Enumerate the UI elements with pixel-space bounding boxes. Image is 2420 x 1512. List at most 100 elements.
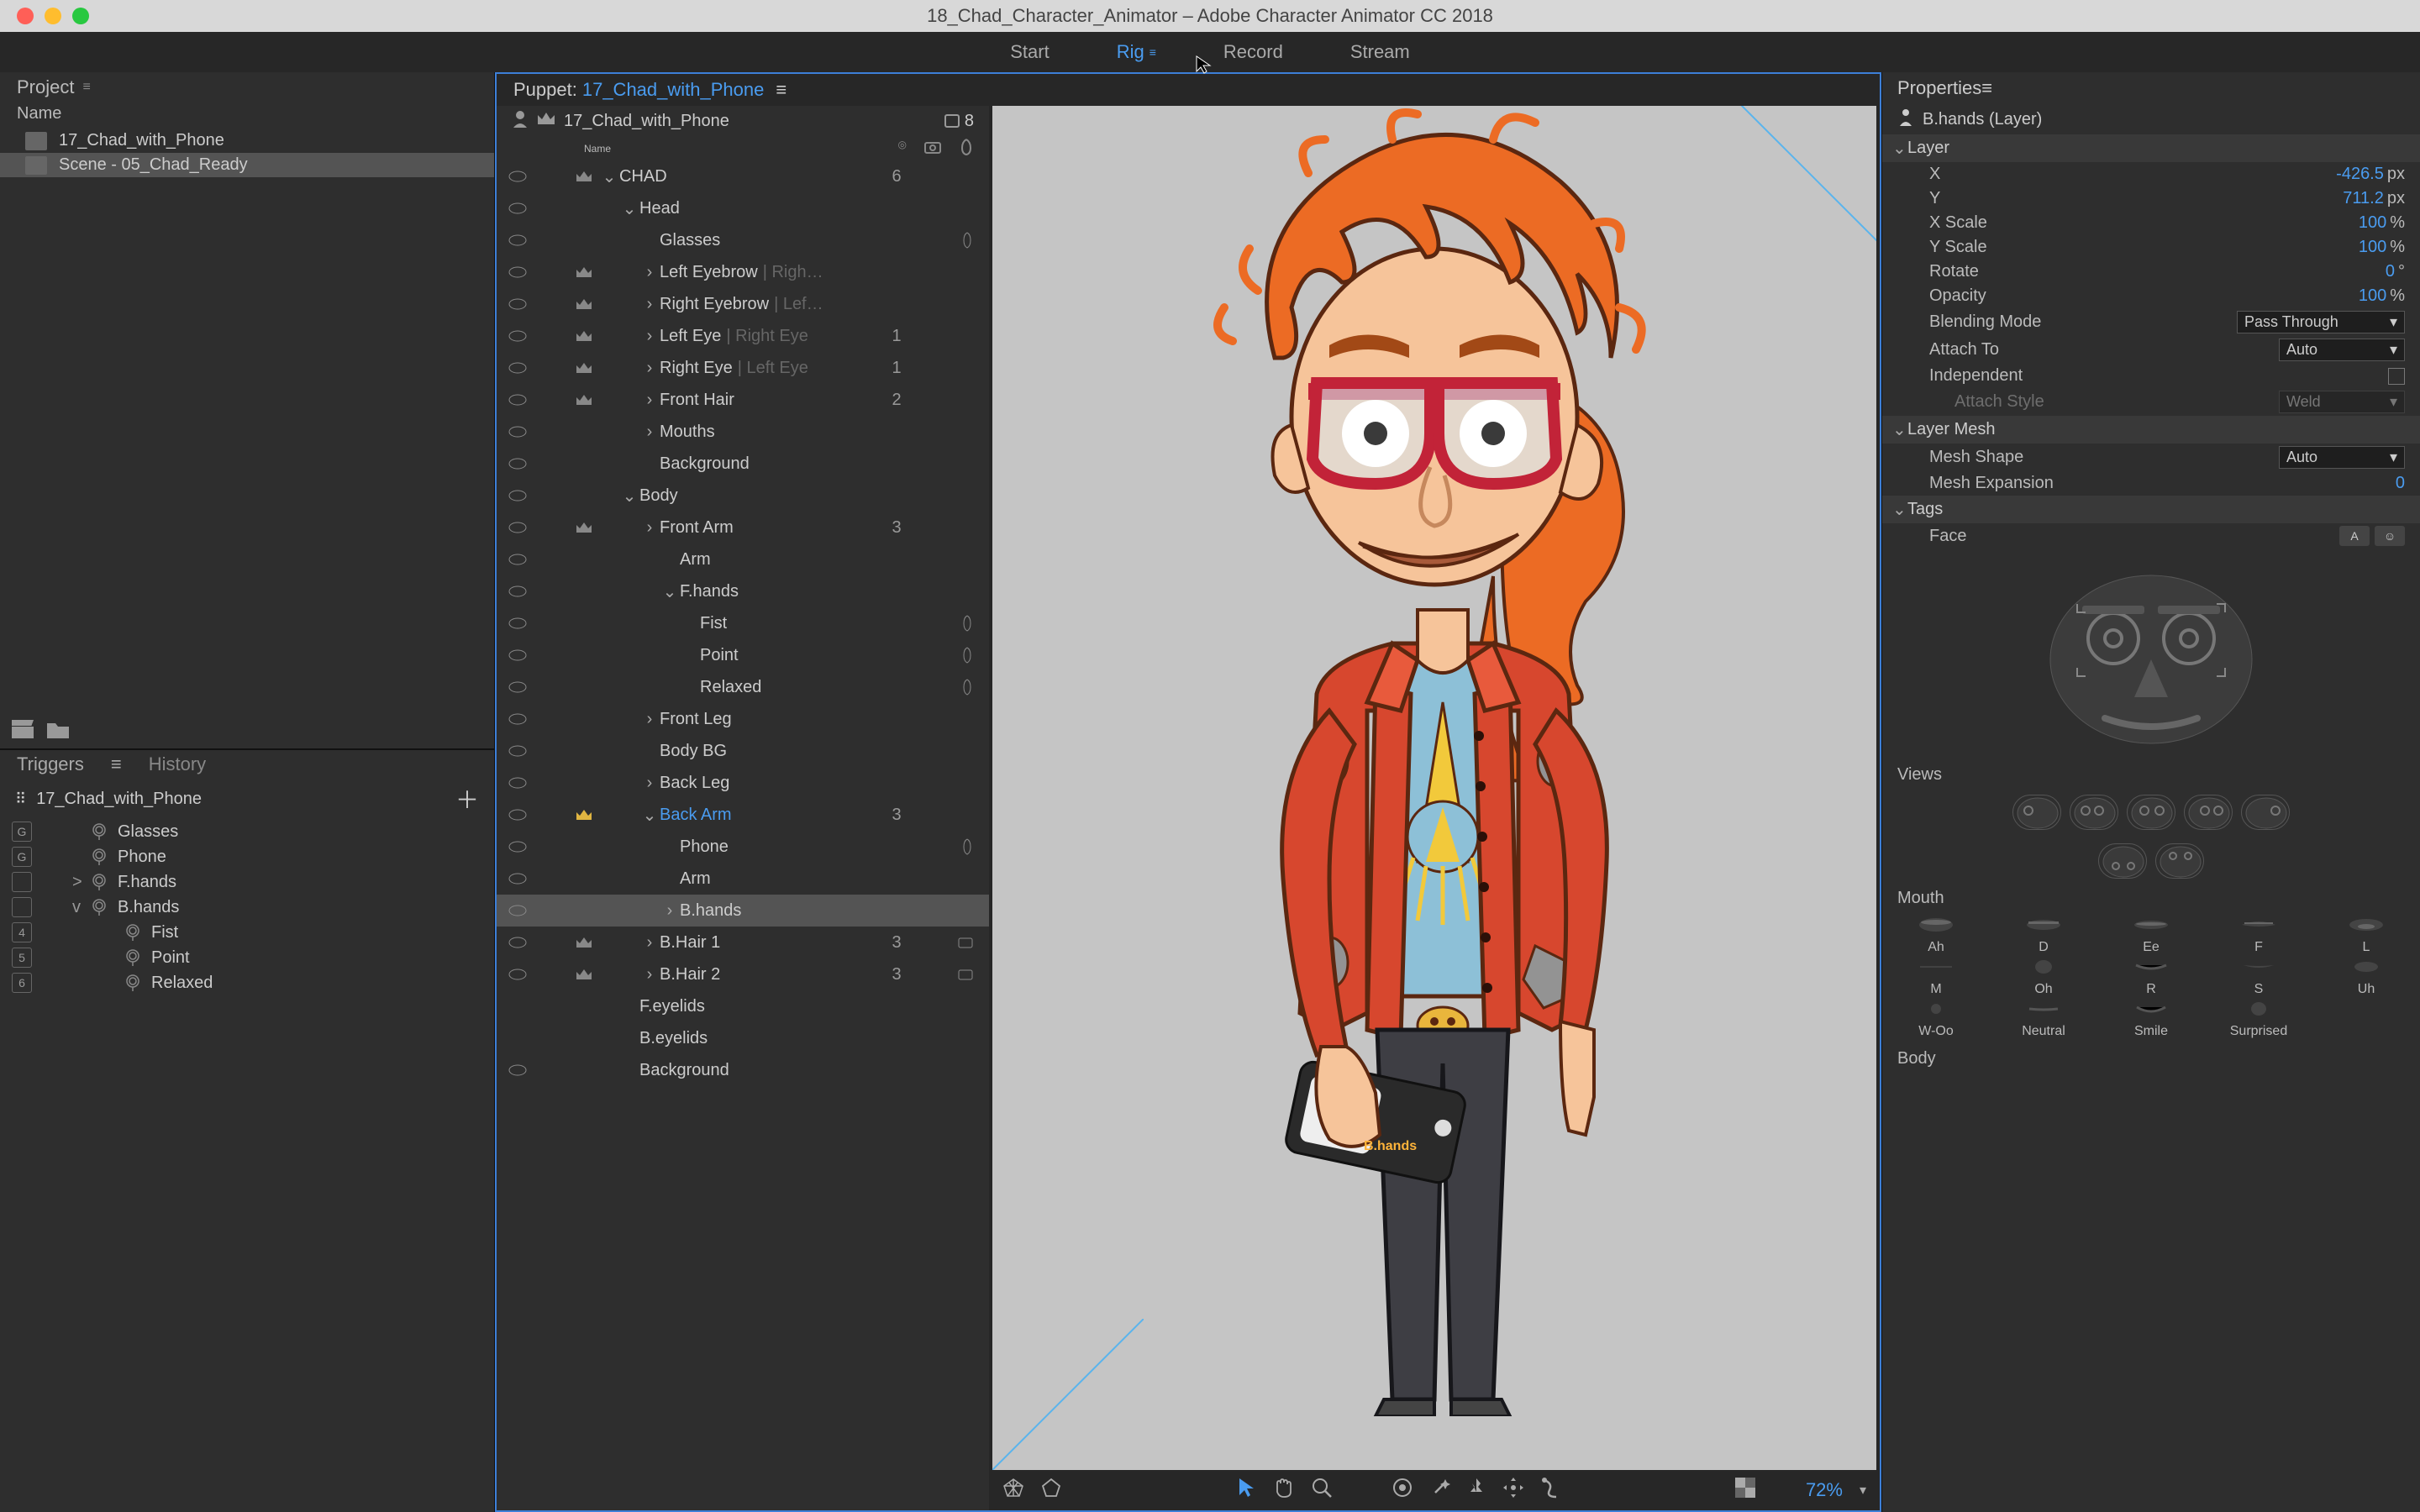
- mouth-viseme-surprised[interactable]: Surprised: [2212, 1000, 2306, 1039]
- visibility-toggle-icon[interactable]: [497, 936, 539, 949]
- visibility-toggle-icon[interactable]: [497, 297, 539, 311]
- layer-row[interactable]: ›Left Eyebrow| Righ…: [497, 256, 989, 288]
- tab-start[interactable]: Start: [1010, 41, 1049, 63]
- visibility-toggle-icon[interactable]: [497, 744, 539, 758]
- property-value[interactable]: 711.2: [2343, 189, 2384, 208]
- layer-row[interactable]: B.eyelids: [497, 1022, 989, 1054]
- property-value[interactable]: 100: [2359, 213, 2386, 233]
- panel-menu-icon[interactable]: ≡: [82, 80, 90, 95]
- trigger-row[interactable]: 4Fist: [0, 920, 494, 945]
- camera-icon[interactable]: [923, 139, 942, 158]
- trigger-row[interactable]: 6Relaxed: [0, 970, 494, 995]
- crown-toggle-icon[interactable]: [569, 968, 599, 981]
- view-down[interactable]: [2098, 843, 2147, 879]
- expand-arrow-icon[interactable]: ›: [639, 933, 660, 953]
- expand-arrow-icon[interactable]: ›: [639, 774, 660, 793]
- view-front[interactable]: [2127, 795, 2175, 830]
- layer-row[interactable]: ⌄F.hands: [497, 575, 989, 607]
- trigger-icon[interactable]: [959, 139, 974, 158]
- layer-row[interactable]: ⌄CHAD6: [497, 160, 989, 192]
- layer-row[interactable]: Point: [497, 639, 989, 671]
- section-tags[interactable]: ⌄Tags: [1882, 496, 2420, 523]
- expand-arrow-icon[interactable]: ⌄: [639, 805, 660, 826]
- mouth-viseme-oh[interactable]: Oh: [1996, 958, 2091, 997]
- visibility-toggle-icon[interactable]: [497, 585, 539, 598]
- tab-history[interactable]: History: [149, 753, 206, 775]
- layer-row[interactable]: ›Front Arm3: [497, 512, 989, 543]
- layer-row[interactable]: ›Right Eye| Left Eye1: [497, 352, 989, 384]
- minimize-button[interactable]: [45, 8, 61, 24]
- mouth-viseme-ee[interactable]: Ee: [2104, 916, 2198, 955]
- project-item[interactable]: 17_Chad_with_Phone: [0, 129, 494, 153]
- mouth-viseme-uh[interactable]: Uh: [2319, 958, 2413, 997]
- zoom-value[interactable]: 72%: [1806, 1479, 1843, 1501]
- mouth-viseme-smile[interactable]: Smile: [2104, 1000, 2198, 1039]
- visibility-toggle-icon[interactable]: [497, 680, 539, 694]
- visibility-toggle-icon[interactable]: [497, 553, 539, 566]
- visibility-toggle-icon[interactable]: [497, 1063, 539, 1077]
- target-icon[interactable]: ◎: [898, 139, 907, 158]
- layer-row[interactable]: ›Right Eyebrow| Lef…: [497, 288, 989, 320]
- view-left-profile[interactable]: [2012, 795, 2061, 830]
- layer-row[interactable]: Relaxed: [497, 671, 989, 703]
- property-value[interactable]: 100: [2359, 238, 2386, 257]
- layer-row[interactable]: F.eyelids: [497, 990, 989, 1022]
- layer-row[interactable]: ⌄Back Arm3: [497, 799, 989, 831]
- crown-toggle-icon[interactable]: [569, 521, 599, 534]
- project-item[interactable]: Scene - 05_Chad_Ready: [0, 153, 494, 177]
- layer-row[interactable]: ›B.hands: [497, 895, 989, 927]
- expand-arrow-icon[interactable]: >: [72, 873, 89, 892]
- expand-arrow-icon[interactable]: ›: [660, 901, 680, 921]
- mouth-viseme-d[interactable]: D: [1996, 916, 2091, 955]
- mesh-expansion-value[interactable]: 0: [2396, 474, 2405, 493]
- trigger-row[interactable]: GPhone: [0, 844, 494, 869]
- layer-row[interactable]: ›Back Leg: [497, 767, 989, 799]
- crown-toggle-icon[interactable]: [569, 297, 599, 311]
- zoom-tool[interactable]: [1311, 1477, 1333, 1504]
- layer-row[interactable]: Background: [497, 1054, 989, 1086]
- pointer-tool[interactable]: [1237, 1477, 1255, 1504]
- folder-icon[interactable]: [47, 720, 69, 744]
- property-value[interactable]: -426.5: [2336, 165, 2384, 184]
- panel-menu-icon[interactable]: ≡: [776, 79, 786, 101]
- layer-row[interactable]: Phone: [497, 831, 989, 863]
- tab-record[interactable]: Record: [1223, 41, 1283, 63]
- visibility-toggle-icon[interactable]: [497, 840, 539, 853]
- visibility-toggle-icon[interactable]: [497, 776, 539, 790]
- expand-arrow-icon[interactable]: ⌄: [619, 486, 639, 507]
- tag-face-button[interactable]: ☺: [2375, 526, 2405, 546]
- layer-row[interactable]: Fist: [497, 607, 989, 639]
- expand-arrow-icon[interactable]: ›: [639, 965, 660, 984]
- layer-row[interactable]: ›Front Leg: [497, 703, 989, 735]
- crown-toggle-icon[interactable]: [569, 936, 599, 949]
- layer-row[interactable]: Arm: [497, 543, 989, 575]
- visibility-toggle-icon[interactable]: [497, 489, 539, 502]
- visibility-toggle-icon[interactable]: [497, 329, 539, 343]
- visibility-toggle-icon[interactable]: [497, 393, 539, 407]
- layer-row[interactable]: ›Left Eye| Right Eye1: [497, 320, 989, 352]
- visibility-toggle-icon[interactable]: [497, 808, 539, 822]
- tag-a-button[interactable]: A: [2339, 526, 2370, 546]
- view-right-profile[interactable]: [2241, 795, 2290, 830]
- section-layer-mesh[interactable]: ⌄Layer Mesh: [1882, 416, 2420, 444]
- layer-row[interactable]: Glasses: [497, 224, 989, 256]
- mouth-viseme-m[interactable]: M: [1889, 958, 1983, 997]
- face-diagram[interactable]: [2025, 559, 2277, 752]
- visibility-toggle-icon[interactable]: [497, 457, 539, 470]
- section-layer[interactable]: ⌄Layer: [1882, 134, 2420, 162]
- layer-row[interactable]: Body BG: [497, 735, 989, 767]
- blending-mode-select[interactable]: Pass Through▾: [2237, 311, 2405, 333]
- mouth-viseme-w-oo[interactable]: W-Oo: [1889, 1000, 1983, 1039]
- hand-tool[interactable]: [1272, 1477, 1294, 1504]
- expand-arrow-icon[interactable]: ›: [639, 423, 660, 442]
- record-tool-icon[interactable]: [1392, 1477, 1413, 1504]
- tab-stream[interactable]: Stream: [1350, 41, 1410, 63]
- expand-arrow-icon[interactable]: ⌄: [599, 166, 619, 187]
- visibility-toggle-icon[interactable]: [497, 265, 539, 279]
- expand-arrow-icon[interactable]: ⌄: [660, 581, 680, 602]
- close-button[interactable]: [17, 8, 34, 24]
- puppet-name-link[interactable]: 17_Chad_with_Phone: [582, 79, 765, 101]
- expand-arrow-icon[interactable]: ›: [639, 295, 660, 314]
- independent-checkbox[interactable]: [2388, 368, 2405, 385]
- expand-arrow-icon[interactable]: ›: [639, 263, 660, 282]
